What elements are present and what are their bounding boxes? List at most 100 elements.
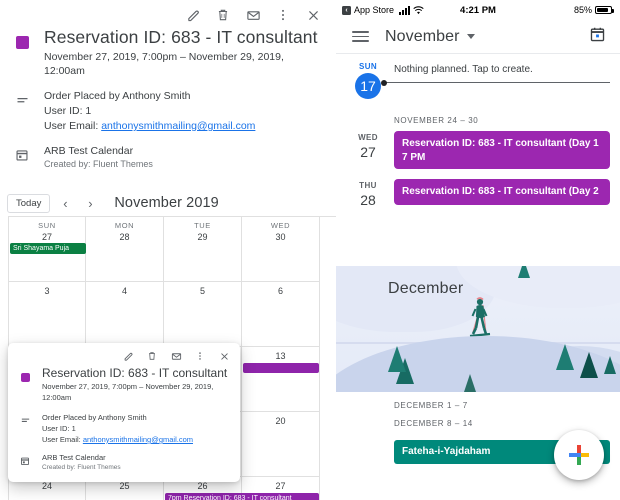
calendar-day-number[interactable]: 3 xyxy=(9,285,85,297)
calendar-day-cell[interactable]: 20 xyxy=(242,412,320,477)
december-title: December xyxy=(388,280,463,298)
event-title: Reservation ID: 683 - IT consultant xyxy=(44,26,322,48)
popup-title: Reservation ID: 683 - IT consultant xyxy=(42,365,232,381)
popup-email-icon[interactable] xyxy=(164,345,188,367)
popup-toolbar xyxy=(116,345,236,367)
popup-user-email-label: User Email: xyxy=(42,435,83,444)
battery-percent: 85% xyxy=(574,5,592,15)
popup-datetime: November 27, 2019, 7:00pm – November 29,… xyxy=(42,382,232,403)
close-icon[interactable] xyxy=(298,2,328,28)
status-bar-left: ‹ App Store xyxy=(342,5,424,15)
calendar-day-number[interactable]: 27 xyxy=(242,480,319,492)
calendar-day-cell[interactable]: 6 xyxy=(242,282,320,347)
calendar-day-cell[interactable]: 4 xyxy=(86,282,164,347)
calendar-day-cell[interactable]: SUN27Sri Shayama Puja xyxy=(8,217,86,282)
event-color-swatch-gutter xyxy=(0,26,44,49)
chevron-down-icon[interactable] xyxy=(467,34,475,39)
popup-close-icon[interactable] xyxy=(212,345,236,367)
calendar-creator: Created by: Fluent Themes xyxy=(44,158,322,171)
agenda-timeline-rule xyxy=(386,82,610,83)
pine-tree-icon xyxy=(604,356,616,374)
popup-user-email-link[interactable]: anthonysmithmailing@gmail.com xyxy=(83,435,193,444)
pine-tree-icon xyxy=(580,352,598,378)
calendar-day-cell[interactable]: TUE29 xyxy=(164,217,242,282)
calendar-day-cell[interactable]: 3 xyxy=(8,282,86,347)
popup-title-row: Reservation ID: 683 - IT consultant Nove… xyxy=(8,365,240,403)
calendar-event-chip[interactable]: 7pm Reservation ID: 683 - IT consultant xyxy=(165,493,319,500)
popup-body: Reservation ID: 683 - IT consultant Nove… xyxy=(8,365,240,473)
popup-edit-icon[interactable] xyxy=(116,345,140,367)
more-options-icon[interactable] xyxy=(268,2,298,28)
popup-description-row: Order Placed by Anthony Smith User ID: 1… xyxy=(8,412,240,445)
agenda-rows: WED27Reservation ID: 683 - IT consultant… xyxy=(336,131,620,218)
agenda-today-row[interactable]: SUN 17 Nothing planned. Tap to create. xyxy=(336,62,620,99)
calendar-day-of-week: WED xyxy=(242,220,319,231)
skier-illustration-icon xyxy=(464,296,494,340)
calendar-day-number[interactable]: 6 xyxy=(242,285,319,297)
calendar-toolbar: Today ‹ › November 2019 xyxy=(0,190,336,216)
event-color-swatch xyxy=(16,36,29,49)
calendar-day-number[interactable]: 30 xyxy=(242,231,319,243)
event-detail-toolbar xyxy=(178,2,328,28)
pine-tree-icon xyxy=(556,344,574,370)
calendar-day-number[interactable]: 20 xyxy=(242,415,319,427)
calendar-day-number[interactable]: 27 xyxy=(9,231,85,243)
edit-icon[interactable] xyxy=(178,2,208,28)
agenda-today-dow: SUN xyxy=(350,62,386,71)
agenda-event-chip[interactable]: Reservation ID: 683 - IT consultant (Day… xyxy=(394,179,610,205)
agenda-row-date: WED27 xyxy=(350,131,386,169)
pine-tree-icon xyxy=(388,346,406,372)
description-line-2: User ID: 1 xyxy=(44,104,322,119)
agenda-row-dow: THU xyxy=(350,181,386,190)
calendar-event-chip[interactable] xyxy=(243,363,319,373)
description-lines-icon xyxy=(15,93,30,108)
calendar-event-chip[interactable]: Sri Shayama Puja xyxy=(10,243,86,254)
today-calendar-icon[interactable] xyxy=(589,26,606,48)
december-week-label: DECEMBER 8 – 14 xyxy=(336,410,620,428)
popup-delete-icon[interactable] xyxy=(140,345,164,367)
today-button[interactable]: Today xyxy=(7,194,50,213)
calendar-icon xyxy=(15,148,29,162)
mobile-app-bar: November xyxy=(336,20,620,54)
user-email-link[interactable]: anthonysmithmailing@gmail.com xyxy=(101,120,255,132)
next-month-button[interactable]: › xyxy=(80,193,100,213)
event-title-row: Reservation ID: 683 - IT consultant Nove… xyxy=(0,26,336,78)
signal-bars-icon xyxy=(399,6,410,15)
prev-month-button[interactable]: ‹ xyxy=(55,193,75,213)
pine-tree-icon xyxy=(464,374,476,392)
calendar-day-cell[interactable]: MON28 xyxy=(86,217,164,282)
hamburger-menu-icon[interactable] xyxy=(352,28,369,46)
popup-calendar-creator: Created by: Fluent Themes xyxy=(42,463,232,473)
calendar-day-cell[interactable]: 5 xyxy=(164,282,242,347)
email-icon[interactable] xyxy=(238,2,268,28)
calendar-day-cell[interactable]: 277pm Reservation ID: 683 - IT consultan… xyxy=(242,477,320,500)
delete-icon[interactable] xyxy=(208,2,238,28)
agenda-today-content: Nothing planned. Tap to create. xyxy=(386,62,610,99)
ios-status-bar: ‹ App Store 4:21 PM 85% xyxy=(336,0,620,20)
calendar-day-number[interactable]: 4 xyxy=(86,285,163,297)
popup-more-options-icon[interactable] xyxy=(188,345,212,367)
pine-tree-icon xyxy=(518,266,530,278)
event-detail-body: Reservation ID: 683 - IT consultant Nove… xyxy=(0,26,336,171)
calendar-day-cell[interactable]: 13 xyxy=(242,347,320,412)
user-email-label: User Email: xyxy=(44,120,101,132)
status-bar-right: 85% xyxy=(574,5,612,15)
popup-description-line-2: User ID: 1 xyxy=(42,423,232,434)
december-week-label: DECEMBER 1 – 7 xyxy=(336,392,620,410)
agenda-row-day: 27 xyxy=(350,144,386,160)
calendar-day-of-week: TUE xyxy=(164,220,241,231)
create-event-fab[interactable] xyxy=(554,430,604,480)
agenda-event-chip[interactable]: Reservation ID: 683 - IT consultant (Day… xyxy=(394,131,610,169)
mobile-month-title[interactable]: November xyxy=(385,28,460,46)
calendar-day-number[interactable]: 13 xyxy=(242,350,319,362)
calendar-day-of-week: MON xyxy=(86,220,163,231)
agenda-week-label: NOVEMBER 24 – 30 xyxy=(336,99,620,131)
calendar-day-number[interactable]: 29 xyxy=(164,231,241,243)
calendar-day-cell[interactable]: WED30 xyxy=(242,217,320,282)
back-app-label[interactable]: App Store xyxy=(354,5,394,15)
calendar-day-number[interactable]: 28 xyxy=(86,231,163,243)
back-arrow-icon[interactable]: ‹ xyxy=(342,6,351,15)
calendar-day-of-week: SUN xyxy=(9,220,85,231)
agenda-empty-text[interactable]: Nothing planned. Tap to create. xyxy=(386,64,610,75)
calendar-day-number[interactable]: 5 xyxy=(164,285,241,297)
